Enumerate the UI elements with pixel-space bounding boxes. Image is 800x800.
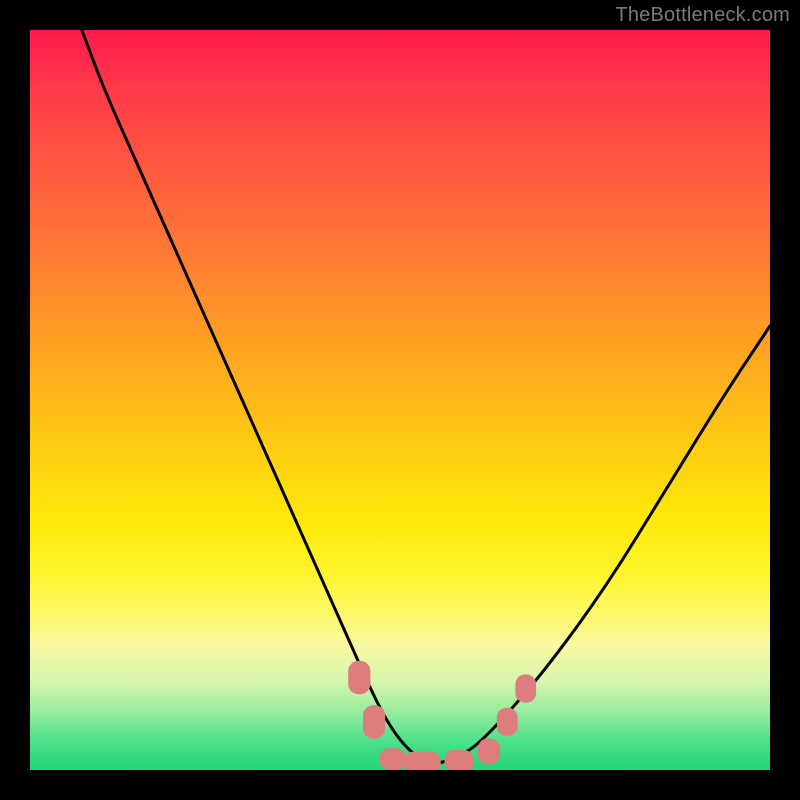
watermark-text: TheBottleneck.com — [615, 4, 790, 27]
bottleneck-chart-svg — [30, 30, 770, 770]
highlight-marker — [348, 661, 370, 694]
chart-plot-area — [30, 30, 770, 770]
highlight-marker — [444, 750, 474, 770]
highlight-marker — [497, 708, 518, 736]
highlight-markers-group — [348, 661, 536, 770]
highlight-marker — [478, 739, 500, 765]
highlight-marker — [363, 705, 385, 738]
highlight-marker — [404, 752, 441, 771]
bottleneck-curve-path — [82, 30, 770, 763]
highlight-marker — [515, 675, 536, 703]
highlight-marker — [380, 748, 406, 770]
